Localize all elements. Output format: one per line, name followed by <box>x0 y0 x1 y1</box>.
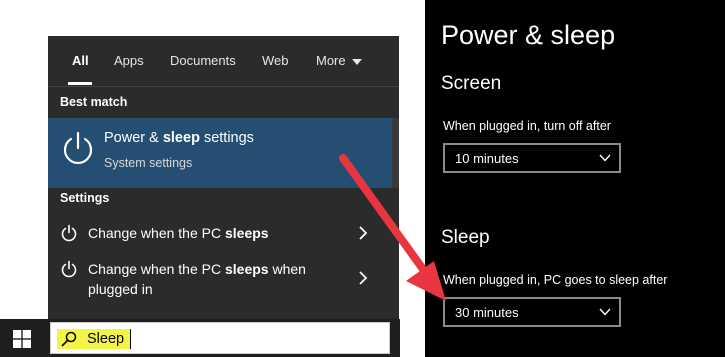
text-cursor <box>130 329 131 349</box>
best-match-title: Power & sleep settings <box>104 130 254 146</box>
sleep-timeout-dropdown[interactable]: 30 minutes <box>443 297 621 327</box>
dropdown-value: 30 minutes <box>455 305 519 320</box>
power-sleep-settings-page: Power & sleep Screen When plugged in, tu… <box>425 0 725 357</box>
result-item-sleeps[interactable]: Change when the PC sleeps <box>48 218 392 248</box>
chevron-down-icon <box>599 308 611 316</box>
tab-more-label: More <box>316 53 346 68</box>
screen-heading: Screen <box>441 73 502 94</box>
screen-timeout-label: When plugged in, turn off after <box>443 119 611 133</box>
power-icon <box>61 260 77 278</box>
scrollbar[interactable] <box>392 118 399 188</box>
tab-more[interactable]: More <box>316 53 362 68</box>
search-input[interactable]: Sleep <box>87 329 124 349</box>
taskbar: Sleep <box>0 319 400 357</box>
power-icon <box>63 131 93 164</box>
taskbar-search-box[interactable]: Sleep <box>50 322 390 354</box>
tab-all[interactable]: All <box>72 53 89 68</box>
caret-down-icon <box>351 58 362 65</box>
search-icon <box>61 331 77 347</box>
best-match-subtitle: System settings <box>104 156 193 170</box>
start-search-panel: All Apps Documents Web More Best match P… <box>48 36 399 319</box>
windows-logo-icon[interactable] <box>13 330 31 348</box>
sleep-heading: Sleep <box>441 227 490 248</box>
dropdown-value: 10 minutes <box>455 151 519 166</box>
chevron-right-icon[interactable] <box>356 271 370 285</box>
result-item-label: Change when the PC sleeps when plugged i… <box>88 261 306 297</box>
settings-section-header: Settings <box>60 191 110 205</box>
tabs-divider <box>48 86 399 87</box>
search-tabs: All Apps Documents Web More <box>48 36 399 86</box>
tab-apps[interactable]: Apps <box>114 53 144 68</box>
best-match-header: Best match <box>60 95 128 109</box>
result-item-label: Change when the PC sleeps <box>88 225 269 241</box>
tab-web[interactable]: Web <box>262 53 289 68</box>
screen-timeout-dropdown[interactable]: 10 minutes <box>443 143 621 173</box>
result-item-sleeps-plugged-in[interactable]: Change when the PC sleeps when plugged i… <box>48 254 392 302</box>
chevron-down-icon <box>599 154 611 162</box>
chevron-right-icon[interactable] <box>356 226 370 240</box>
best-match-result[interactable]: Power & sleep settings System settings <box>48 118 392 188</box>
active-tab-indicator <box>68 82 92 85</box>
page-title: Power & sleep <box>441 20 616 50</box>
tab-documents[interactable]: Documents <box>170 53 236 68</box>
power-icon <box>61 224 77 242</box>
sleep-timeout-label: When plugged in, PC goes to sleep after <box>443 273 668 287</box>
